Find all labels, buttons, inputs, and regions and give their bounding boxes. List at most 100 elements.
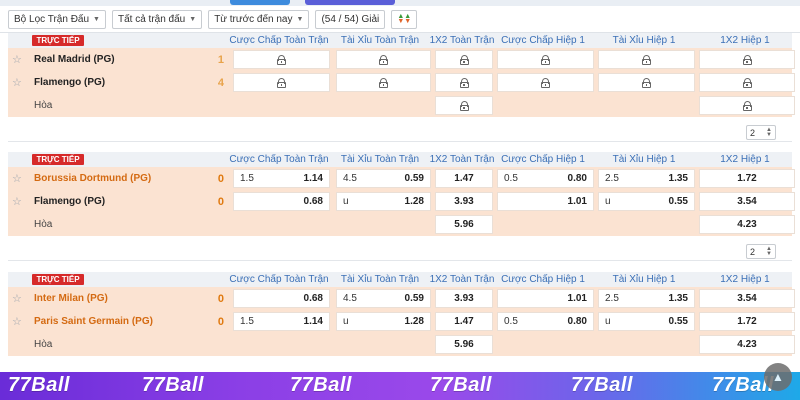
odds-cell[interactable]: 1.47 bbox=[435, 169, 493, 188]
odds-cell[interactable]: 1.01 bbox=[497, 192, 594, 211]
column-header[interactable]: Cược Chấp Hiệp 1 bbox=[493, 33, 593, 48]
odds-cell[interactable]: 3.93 bbox=[435, 192, 493, 211]
league-count-button[interactable]: (54 / 54) Giải bbox=[315, 9, 386, 29]
odds-cell-draw[interactable]: 5.96 bbox=[435, 335, 493, 354]
odds-cell-draw[interactable]: 4.23 bbox=[699, 215, 795, 234]
arrow-down-icon: ▼▼ bbox=[397, 18, 412, 25]
odds-cell[interactable]: 1.72 bbox=[699, 312, 795, 331]
odds-cell[interactable]: 3.93 bbox=[435, 289, 493, 308]
odds-cell[interactable]: 1.5 1.14 bbox=[233, 169, 330, 188]
page-select[interactable]: 2 ▲ ▼ bbox=[746, 244, 776, 259]
lock-icon bbox=[742, 54, 752, 65]
odds-price: 0.59 bbox=[404, 173, 424, 184]
star-icon[interactable]: ☆ bbox=[12, 53, 24, 66]
team-name: Borussia Dortmund (PG) bbox=[34, 173, 152, 184]
sort-order-button[interactable]: ▲▲ ▼▼ bbox=[391, 9, 418, 29]
odds-price: 3.54 bbox=[737, 196, 757, 207]
time-sort-select[interactable]: Từ trước đến nay ▼ bbox=[208, 9, 310, 29]
column-header[interactable]: Tài Xỉu Hiệp 1 bbox=[594, 33, 694, 48]
odds-cell[interactable]: 3.54 bbox=[699, 192, 795, 211]
top-tab-pill[interactable] bbox=[230, 0, 290, 5]
page-number: 2 bbox=[750, 127, 756, 138]
column-header[interactable]: Cược Chấp Toàn Trận bbox=[229, 152, 329, 167]
match-header-row: TRỰC TIẾP Cược Chấp Toàn Trận Tài Xỉu Toàn… bbox=[8, 152, 792, 167]
team-panel: ☆ Borussia Dortmund (PG) 0 ☆ Flamengo (P… bbox=[8, 167, 230, 236]
odds-cell[interactable]: 2.5 1.35 bbox=[598, 289, 695, 308]
team-panel: ☆ Inter Milan (PG) 0 ☆ Paris Saint Germa… bbox=[8, 287, 230, 356]
odds-cell-draw[interactable]: 5.96 bbox=[435, 215, 493, 234]
star-icon[interactable]: ☆ bbox=[12, 315, 24, 328]
odds-cell-locked bbox=[699, 50, 795, 69]
team-row-away[interactable]: ☆ Flamengo (PG) 0 bbox=[8, 190, 230, 213]
odds-price: 5.96 bbox=[454, 339, 474, 350]
column-header[interactable]: Cược Chấp Hiệp 1 bbox=[493, 272, 593, 287]
odds-cell[interactable]: u 1.28 bbox=[336, 312, 431, 331]
odds-cell[interactable]: 1.47 bbox=[435, 312, 493, 331]
team-name: Flamengo (PG) bbox=[34, 196, 106, 207]
star-icon[interactable]: ☆ bbox=[12, 195, 24, 208]
column-header[interactable]: 1X2 Hiệp 1 bbox=[695, 33, 795, 48]
team-score: 0 bbox=[217, 292, 224, 305]
odds-panel bbox=[230, 48, 795, 117]
odds-cell[interactable]: u 0.55 bbox=[598, 312, 695, 331]
top-tab-pill-2[interactable] bbox=[305, 0, 395, 5]
draw-label: Hòa bbox=[34, 219, 53, 230]
lock-icon bbox=[277, 77, 286, 88]
league-filter-select[interactable]: Bộ Lọc Trận Đấu ▼ bbox=[8, 9, 106, 29]
odds-cell[interactable]: 0.68 bbox=[233, 289, 330, 308]
odds-price: 1.14 bbox=[303, 173, 323, 184]
scroll-to-top-button[interactable]: ▲ bbox=[764, 363, 792, 391]
odds-cell[interactable]: 0.5 0.80 bbox=[497, 312, 594, 331]
odds-line: 4.5 bbox=[343, 173, 357, 184]
draw-label: Hòa bbox=[34, 339, 53, 350]
column-header[interactable]: Tài Xỉu Hiệp 1 bbox=[594, 152, 694, 167]
column-header[interactable]: 1X2 Hiệp 1 bbox=[695, 152, 795, 167]
team-row-draw: Hòa bbox=[8, 94, 230, 117]
odds-cell-locked bbox=[497, 73, 594, 92]
star-icon[interactable]: ☆ bbox=[12, 292, 24, 305]
odds-cell[interactable]: 0.68 bbox=[233, 192, 330, 211]
league-filter-label: Bộ Lọc Trận Đấu bbox=[14, 13, 90, 25]
team-row-away[interactable]: ☆ Flamengo (PG) 4 bbox=[8, 71, 230, 94]
column-header[interactable]: Cược Chấp Toàn Trận bbox=[229, 33, 329, 48]
odds-cell[interactable]: 0.5 0.80 bbox=[497, 169, 594, 188]
team-row-home[interactable]: ☆ Borussia Dortmund (PG) 0 bbox=[8, 167, 230, 190]
team-row-draw: Hòa bbox=[8, 213, 230, 236]
odds-cell[interactable]: 1.01 bbox=[497, 289, 594, 308]
stepper-icon: ▲ ▼ bbox=[766, 126, 772, 138]
column-header[interactable]: Cược Chấp Hiệp 1 bbox=[493, 152, 593, 167]
star-icon[interactable]: ☆ bbox=[12, 76, 24, 89]
odds-cell[interactable]: 1.72 bbox=[699, 169, 795, 188]
column-header[interactable]: Cược Chấp Toàn Trận bbox=[229, 272, 329, 287]
odds-cell[interactable]: u 1.28 bbox=[336, 192, 431, 211]
match-filter-select[interactable]: Tất cả trận đấu ▼ bbox=[111, 9, 203, 29]
column-header[interactable]: 1X2 Hiệp 1 bbox=[695, 272, 795, 287]
team-row-home[interactable]: ☆ Real Madrid (PG) 1 bbox=[8, 48, 230, 71]
odds-price: 1.28 bbox=[404, 316, 424, 327]
chevron-down-icon: ▼ bbox=[93, 15, 100, 23]
lock-icon bbox=[541, 54, 550, 65]
pagination-bar: 2 ▲ ▼ bbox=[8, 122, 792, 142]
odds-panel: 1.5 1.14 4.5 0.59 1.47 0.5 0.80 2.5 1.35… bbox=[230, 167, 795, 236]
page-select[interactable]: 2 ▲ ▼ bbox=[746, 125, 776, 140]
brand-banner: 77Ball 77Ball 77Ball 77Ball 77Ball 77Bal… bbox=[0, 372, 800, 400]
filter-toolbar: Bộ Lọc Trận Đấu ▼ Tất cả trận đấu ▼ Từ t… bbox=[0, 6, 800, 33]
odds-cell[interactable]: 3.54 bbox=[699, 289, 795, 308]
odds-cell[interactable]: 2.5 1.35 bbox=[598, 169, 695, 188]
odds-cell-locked bbox=[336, 73, 431, 92]
odds-cell-draw[interactable]: 4.23 bbox=[699, 335, 795, 354]
odds-cell[interactable]: u 0.55 bbox=[598, 192, 695, 211]
team-row-home[interactable]: ☆ Inter Milan (PG) 0 bbox=[8, 287, 230, 310]
chevron-down-icon: ▼ bbox=[189, 15, 197, 23]
odds-price: 0.55 bbox=[668, 196, 688, 207]
odds-cell[interactable]: 4.5 0.59 bbox=[336, 169, 431, 188]
odds-price: 0.80 bbox=[567, 173, 587, 184]
brand-logo: 77Ball bbox=[571, 374, 633, 396]
team-row-away[interactable]: ☆ Paris Saint Germain (PG) 0 bbox=[8, 310, 230, 333]
odds-cell[interactable]: 1.5 1.14 bbox=[233, 312, 330, 331]
odds-price: 0.55 bbox=[668, 316, 688, 327]
column-header[interactable]: Tài Xỉu Hiệp 1 bbox=[594, 272, 694, 287]
star-icon[interactable]: ☆ bbox=[12, 172, 24, 185]
odds-cell[interactable]: 4.5 0.59 bbox=[336, 289, 431, 308]
odds-price: 1.35 bbox=[668, 173, 688, 184]
